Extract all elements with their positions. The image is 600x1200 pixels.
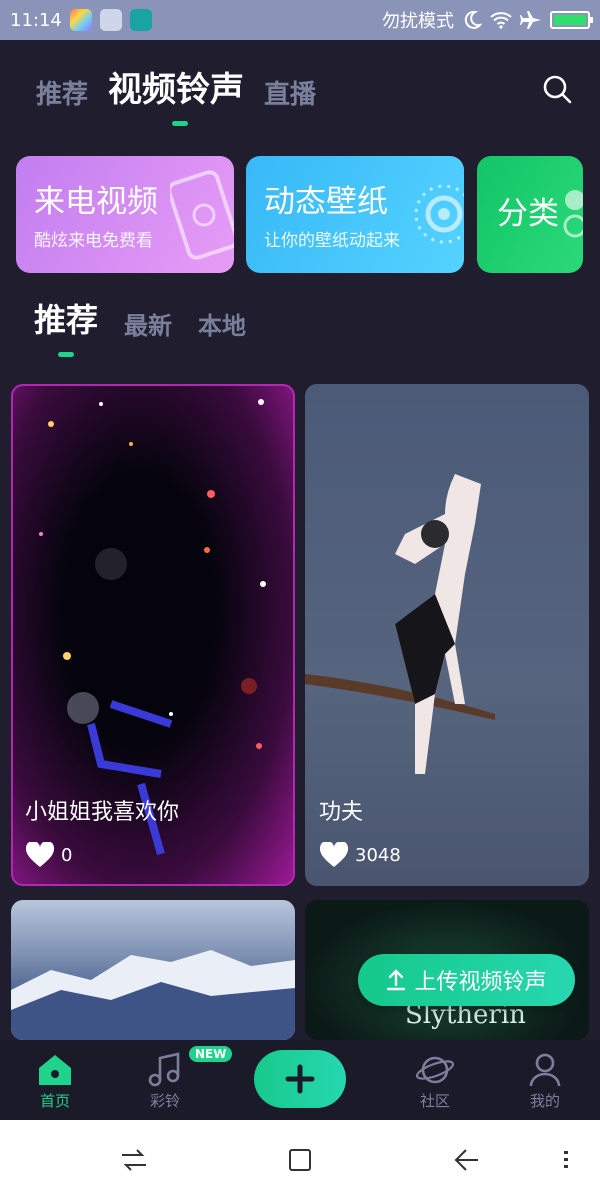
airplane-icon: [520, 11, 541, 29]
home-icon: [39, 1055, 71, 1085]
heart-icon: [319, 842, 349, 867]
menu-icon[interactable]: [562, 1148, 570, 1172]
new-badge: NEW: [189, 1046, 233, 1062]
video-title: 功夫: [319, 800, 364, 825]
like-count[interactable]: 3048: [319, 842, 401, 868]
system-nav-bar: [0, 1120, 600, 1200]
back-icon[interactable]: [454, 1148, 480, 1172]
tab-video-ringtone[interactable]: 视频铃声: [108, 62, 244, 111]
music-icon: [148, 1052, 180, 1087]
status-bar: 11:14 勿扰模式: [0, 0, 600, 40]
video-card[interactable]: 功夫 3048: [305, 384, 589, 886]
phone-decor-icon: [170, 170, 234, 260]
upload-label: 上传视频铃声: [414, 970, 547, 995]
video-title: 小姐姐我喜欢你: [25, 800, 180, 825]
nav-item-community[interactable]: 社区: [395, 1052, 475, 1111]
recent-apps-icon[interactable]: [120, 1148, 148, 1172]
status-time: 11:14: [10, 9, 62, 31]
nav-label: 首页: [39, 1092, 70, 1110]
like-count-value: 3048: [355, 844, 401, 866]
video-card[interactable]: 小姐姐我喜欢你 0: [11, 384, 295, 886]
wifi-icon: [490, 12, 512, 29]
mountain-thumbnail: [11, 950, 295, 1040]
subtab-latest[interactable]: 最新: [124, 306, 172, 341]
tab-recommend[interactable]: 推荐: [36, 74, 88, 111]
dnd-mode-label: 勿扰模式: [382, 11, 454, 32]
wallpaper-decor-icon: [414, 184, 464, 244]
usb-icon: [129, 9, 152, 31]
feature-card-live-wallpaper[interactable]: 动态壁纸 让你的壁纸动起来: [246, 156, 464, 273]
feature-card-call-video[interactable]: 来电视频 酷炫来电免费看: [16, 156, 234, 273]
like-count-value: 0: [61, 844, 73, 866]
top-tabs: 推荐 视频铃声 直播: [36, 62, 316, 111]
subtab-recommend[interactable]: 推荐: [34, 295, 98, 341]
video-card[interactable]: [11, 900, 295, 1040]
moon-icon: [464, 10, 482, 29]
user-icon: [529, 1053, 561, 1087]
active-tab-indicator: [172, 121, 188, 126]
upload-icon: [387, 969, 406, 991]
cleaner-app-icon: [99, 9, 122, 31]
search-icon[interactable]: [542, 74, 572, 104]
create-button[interactable]: [254, 1050, 346, 1108]
category-decor-icon: [563, 190, 583, 238]
tab-live[interactable]: 直播: [264, 74, 316, 111]
gallery-app-icon: [69, 9, 92, 31]
nav-label: 社区: [419, 1092, 450, 1110]
sub-tabs: 推荐 最新 本地: [34, 295, 246, 341]
feature-card-category[interactable]: 分类: [477, 156, 583, 273]
subtab-local[interactable]: 本地: [198, 306, 246, 341]
nav-item-home[interactable]: 首页: [15, 1052, 95, 1111]
battery-icon: [550, 11, 593, 29]
home-nav-icon[interactable]: [288, 1148, 312, 1172]
heart-icon: [25, 842, 55, 867]
upload-video-ringtone-button[interactable]: 上传视频铃声: [358, 954, 575, 1006]
active-subtab-indicator: [58, 352, 74, 357]
like-count[interactable]: 0: [25, 842, 72, 868]
nav-label: 彩铃: [149, 1092, 180, 1110]
planet-icon: [415, 1056, 455, 1084]
plus-icon: [285, 1064, 315, 1094]
nav-item-me[interactable]: 我的: [505, 1052, 585, 1111]
nav-label: 我的: [529, 1092, 560, 1110]
